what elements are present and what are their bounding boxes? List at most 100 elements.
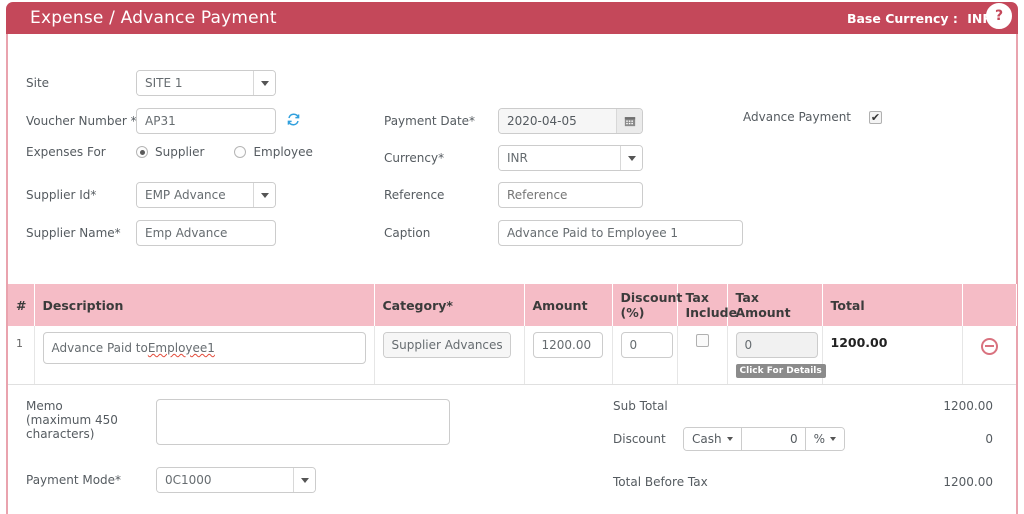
field-memo: Memo (maximum 450 characters): [26, 399, 450, 445]
supplier-name-label: Supplier Name*: [26, 226, 121, 240]
cell-amount: [524, 326, 613, 385]
description-text-prefix: Advance Paid to: [51, 341, 148, 355]
footer-section: Memo (maximum 450 characters) Payment Mo…: [8, 385, 1016, 505]
total-before-tax-value: 1200.00: [943, 475, 993, 489]
table-row: 1 Advance Paid to Employee1 Supplier Adv…: [8, 326, 1016, 385]
expense-items-table: # Description Category* Amount Discount …: [8, 284, 1017, 385]
discount-amount-input[interactable]: 0: [740, 428, 805, 450]
col-header-tax-amount: Tax Amount: [727, 284, 823, 326]
field-voucher-number: Voucher Number *: [26, 108, 301, 134]
caption-input[interactable]: [498, 220, 743, 246]
remove-circle-icon[interactable]: [980, 337, 998, 355]
description-input[interactable]: Advance Paid to Employee1: [42, 332, 366, 364]
site-select-value: SITE 1: [137, 71, 253, 95]
memo-textarea[interactable]: [156, 399, 450, 445]
site-select[interactable]: SITE 1: [136, 70, 276, 96]
category-select[interactable]: Supplier Advances: [382, 332, 511, 358]
window-title-bar: Expense / Advance Payment Base Currency …: [6, 2, 1018, 34]
discount-type-value: Cash: [692, 432, 722, 446]
page-title: Expense / Advance Payment: [30, 8, 277, 28]
reference-label: Reference: [384, 188, 445, 202]
supplier-id-label: Supplier Id*: [26, 188, 97, 202]
advance-payment-checkbox[interactable]: ✔: [869, 110, 883, 124]
payment-date-label: Payment Date*: [384, 114, 476, 128]
radio-supplier-label: Supplier: [155, 145, 205, 159]
memo-label-line1: Memo: [26, 399, 63, 413]
cell-category: Supplier Advances: [374, 326, 525, 385]
supplier-name-input[interactable]: [136, 220, 276, 246]
supplier-id-select[interactable]: EMP Advance: [136, 182, 276, 208]
sub-total-label: Sub Total: [613, 399, 668, 413]
total-before-tax-label: Total Before Tax: [613, 475, 708, 489]
row-total-value: 1200.00: [830, 335, 888, 350]
memo-label: Memo (maximum 450 characters): [26, 399, 156, 441]
col-header-total: Total: [822, 284, 963, 326]
cell-tax-amount: Click For Details: [727, 326, 826, 385]
site-label: Site: [26, 76, 50, 90]
discount-amount-value: 0: [789, 432, 798, 446]
help-button[interactable]: ?: [986, 3, 1012, 29]
tax-amount-input[interactable]: [735, 332, 818, 358]
summary-total-before-tax: Total Before Tax 1200.00: [613, 475, 993, 489]
caption-label: Caption: [384, 226, 431, 240]
payment-mode-select-value: 0C1000: [157, 468, 293, 492]
discount-unit-dropdown[interactable]: %: [804, 428, 844, 450]
field-payment-mode: Payment Mode* 0C1000: [26, 467, 316, 493]
radio-employee[interactable]: Employee: [234, 145, 313, 159]
chevron-down-icon: [253, 71, 275, 95]
col-header-discount: Discount (%): [612, 284, 682, 326]
cell-discount: [612, 326, 678, 385]
expense-advance-payment-page: Expense / Advance Payment Base Currency …: [0, 0, 1024, 514]
memo-label-line2: (maximum 450: [26, 413, 118, 427]
header-form: Site SITE 1 Voucher Number * AP31 Expens…: [8, 34, 1016, 284]
field-supplier-name: Supplier Name*: [26, 220, 276, 246]
chevron-down-icon: [830, 437, 836, 441]
base-currency: Base Currency : INR: [847, 11, 992, 26]
voucher-number-label: Voucher Number *: [26, 114, 137, 128]
col-header-actions: [962, 284, 1017, 326]
base-currency-label: Base Currency :: [846, 10, 958, 26]
payment-date-input[interactable]: 2020-04-05: [498, 108, 643, 134]
cell-total: 1200.00: [822, 326, 963, 385]
radio-employee-label: Employee: [253, 145, 313, 159]
field-expenses-for: Expenses For Supplier Employee: [26, 145, 313, 159]
table-header-row: # Description Category* Amount Discount …: [8, 284, 1017, 326]
expenses-for-label: Expenses For: [26, 145, 106, 159]
tax-include-checkbox[interactable]: [695, 334, 709, 347]
memo-label-line3: characters): [26, 427, 95, 441]
currency-select[interactable]: INR: [498, 145, 643, 171]
col-header-tax-include: Tax Include: [677, 284, 737, 326]
category-select-value: Supplier Advances: [383, 333, 510, 357]
refresh-icon[interactable]: [286, 112, 301, 131]
field-payment-date: Payment Date* 2020-04-05: [384, 108, 643, 134]
chevron-down-icon: [293, 468, 315, 492]
discount-input[interactable]: [620, 332, 673, 358]
discount-unit-value: %: [813, 432, 825, 446]
cell-description: Advance Paid to Employee1: [34, 326, 375, 385]
tax-amount-tooltip: Click For Details: [735, 364, 826, 378]
field-reference: Reference: [384, 182, 643, 208]
calendar-icon[interactable]: [616, 109, 642, 133]
currency-select-value: INR: [499, 146, 620, 170]
discount-controls: Cash 0 %: [683, 427, 845, 451]
discount-type-dropdown[interactable]: Cash: [684, 428, 741, 450]
chevron-down-icon: [620, 146, 642, 170]
amount-input[interactable]: [532, 332, 603, 358]
field-caption: Caption: [384, 220, 743, 246]
row-number: 1: [16, 337, 23, 350]
payment-mode-select[interactable]: 0C1000: [156, 467, 316, 493]
chevron-down-icon: [726, 437, 733, 441]
payment-mode-label: Payment Mode*: [26, 473, 122, 487]
reference-input[interactable]: [498, 182, 643, 208]
radio-employee-marker: [234, 146, 247, 158]
field-advance-payment: Advance Payment ✔: [743, 110, 883, 124]
discount-result-value: 0: [985, 432, 993, 446]
radio-supplier[interactable]: Supplier: [136, 145, 204, 159]
voucher-number-input[interactable]: [136, 108, 276, 134]
sub-total-value: 1200.00: [943, 399, 993, 413]
supplier-id-select-value: EMP Advance: [137, 183, 253, 207]
cell-row-number: 1: [8, 326, 35, 385]
cell-actions: [962, 326, 1016, 385]
summary-sub-total: Sub Total 1200.00: [613, 399, 993, 413]
advance-payment-label: Advance Payment: [743, 110, 852, 124]
